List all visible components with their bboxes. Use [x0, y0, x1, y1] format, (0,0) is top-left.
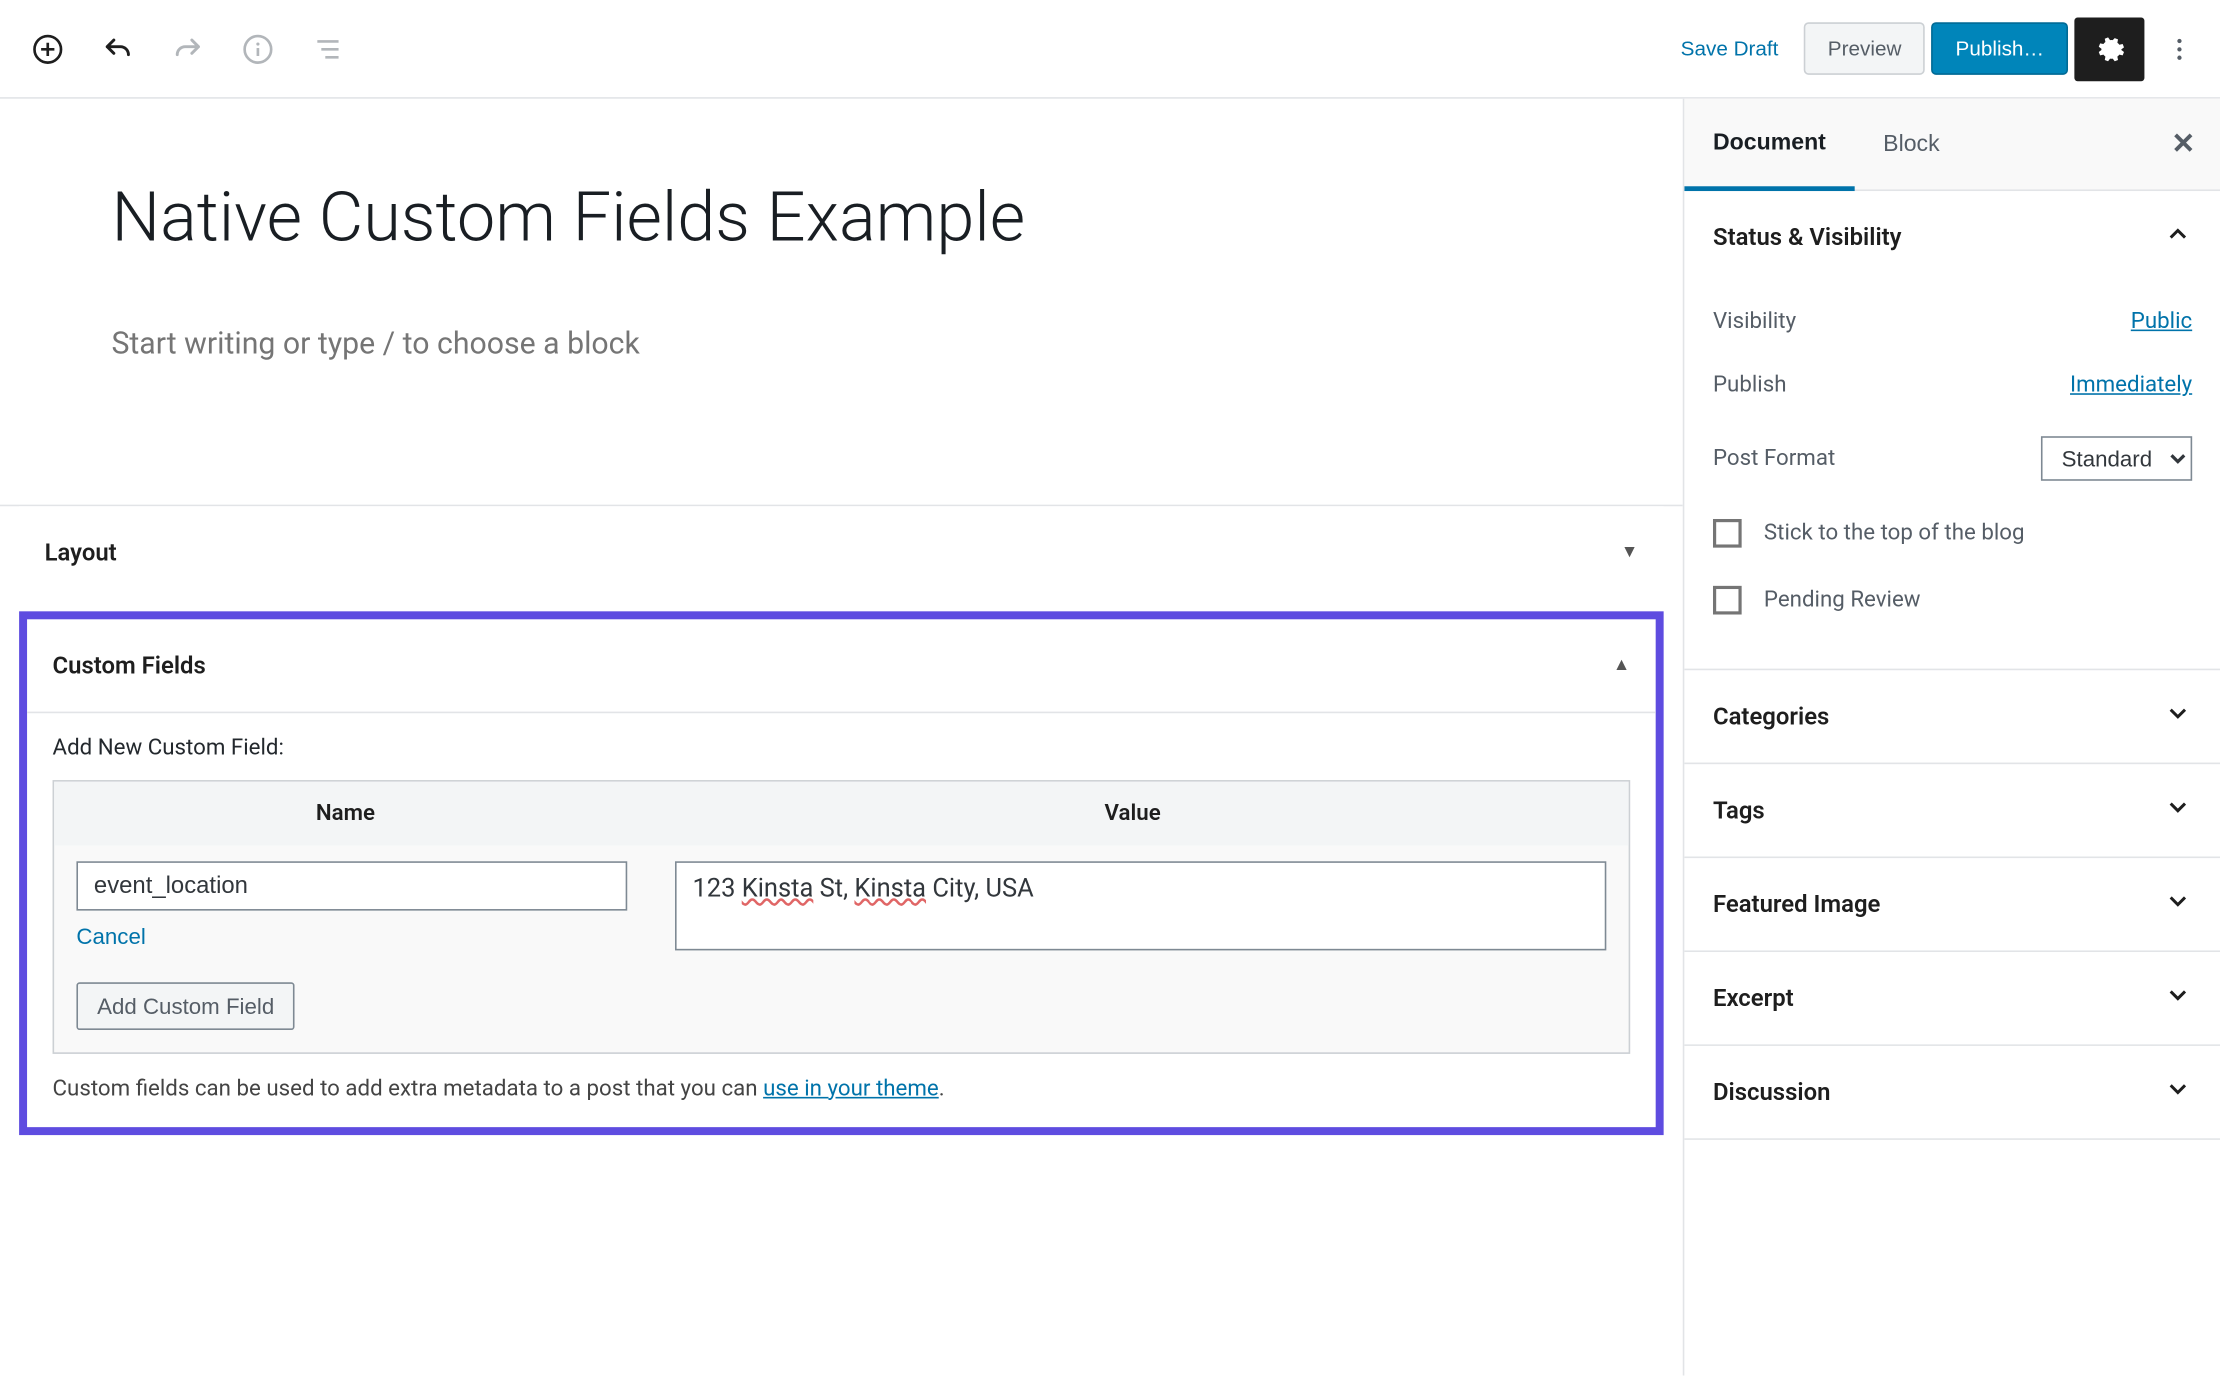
panel-featured-title: Featured Image — [1713, 890, 1880, 919]
sidebar-tabs: Document Block ✕ — [1684, 99, 2220, 191]
stick-label: Stick to the top of the blog — [1764, 521, 2025, 546]
chevron-down-icon — [2164, 981, 2193, 1016]
panel-status-body: Visibility Public Publish Immediately Po… — [1684, 283, 2220, 668]
publish-row: Publish Immediately — [1713, 353, 2192, 417]
stick-checkbox[interactable] — [1713, 519, 1742, 548]
panel-categories: Categories — [1684, 670, 2220, 764]
post-format-label: Post Format — [1713, 446, 1835, 471]
add-block-button[interactable] — [13, 14, 83, 84]
toolbar-left-group — [13, 14, 363, 84]
stick-row: Stick to the top of the blog — [1713, 500, 2192, 567]
panel-status-header[interactable]: Status & Visibility — [1684, 191, 2220, 283]
panel-featured-header[interactable]: Featured Image — [1684, 858, 2220, 950]
undo-icon — [102, 33, 134, 65]
meta-boxes: Layout ▼ Custom Fields ▲ Add New Custom … — [0, 504, 1683, 1134]
layout-metabox-title: Layout — [45, 537, 117, 566]
panel-status-visibility: Status & Visibility Visibility Public Pu… — [1684, 191, 2220, 670]
panel-featured-image: Featured Image — [1684, 858, 2220, 952]
custom-field-value-input[interactable]: 123 Kinsta St, Kinsta City, USA — [675, 861, 1606, 950]
close-sidebar-button[interactable]: ✕ — [2146, 99, 2220, 190]
redo-icon — [172, 33, 204, 65]
plus-circle-icon — [32, 33, 64, 65]
layout-metabox-header[interactable]: Layout ▼ — [19, 506, 1664, 598]
visibility-row: Visibility Public — [1713, 290, 2192, 354]
editor-layout: Native Custom Fields Example Start writi… — [0, 99, 2220, 1376]
undo-button[interactable] — [83, 14, 153, 84]
panel-tags: Tags — [1684, 764, 2220, 858]
table-input-row: Cancel 123 Kinsta St, Kinsta City, USA — [54, 845, 1628, 966]
editor-content: Native Custom Fields Example Start writi… — [0, 99, 1683, 504]
th-name: Name — [54, 781, 637, 845]
ellipsis-vertical-icon — [2165, 34, 2194, 63]
custom-fields-metabox: Custom Fields ▲ Add New Custom Field: Na… — [19, 611, 1664, 1135]
add-new-label: Add New Custom Field: — [53, 735, 1631, 760]
custom-fields-title: Custom Fields — [53, 650, 206, 679]
save-draft-button[interactable]: Save Draft — [1662, 24, 1798, 73]
help-prefix: Custom fields can be used to add extra m… — [53, 1076, 764, 1101]
chevron-down-icon — [2164, 1075, 2193, 1110]
layout-metabox: Layout ▼ — [19, 506, 1664, 598]
post-title-input[interactable]: Native Custom Fields Example — [111, 178, 1603, 260]
close-icon: ✕ — [2171, 127, 2195, 159]
help-suffix: . — [939, 1076, 945, 1101]
pending-row: Pending Review — [1713, 567, 2192, 634]
gear-icon — [2093, 33, 2125, 65]
chevron-down-icon — [2164, 699, 2193, 734]
caret-down-icon: ▼ — [1621, 541, 1638, 562]
value-column: 123 Kinsta St, Kinsta City, USA — [675, 861, 1606, 950]
name-column: Cancel — [76, 861, 627, 949]
editor-toolbar: Save Draft Preview Publish… — [0, 0, 2220, 99]
tab-document[interactable]: Document — [1684, 99, 1854, 191]
post-body-placeholder[interactable]: Start writing or type / to choose a bloc… — [111, 324, 1603, 361]
panel-status-title: Status & Visibility — [1713, 223, 1902, 252]
tab-block[interactable]: Block — [1855, 99, 1969, 190]
panel-discussion-title: Discussion — [1713, 1078, 1830, 1107]
chevron-up-icon — [2164, 220, 2193, 255]
add-custom-field-button[interactable]: Add Custom Field — [76, 982, 295, 1030]
caret-up-icon: ▲ — [1613, 654, 1630, 675]
pending-checkbox[interactable] — [1713, 586, 1742, 615]
table-header-row: Name Value — [54, 781, 1628, 845]
panel-excerpt-title: Excerpt — [1713, 984, 1794, 1013]
cancel-button[interactable]: Cancel — [76, 910, 145, 948]
panel-categories-header[interactable]: Categories — [1684, 670, 2220, 762]
publish-value-link[interactable]: Immediately — [2070, 373, 2192, 398]
custom-field-actions: Add Custom Field — [54, 966, 1628, 1052]
publish-label: Publish — [1713, 373, 1786, 398]
chevron-down-icon — [2164, 887, 2193, 922]
pending-label: Pending Review — [1764, 587, 1921, 612]
block-navigation-button[interactable] — [293, 14, 363, 84]
preview-button[interactable]: Preview — [1804, 22, 1925, 75]
panel-excerpt-header[interactable]: Excerpt — [1684, 952, 2220, 1044]
custom-fields-help: Custom fields can be used to add extra m… — [53, 1076, 1631, 1101]
panel-excerpt: Excerpt — [1684, 952, 2220, 1046]
toolbar-right-group: Save Draft Preview Publish… — [1662, 17, 2209, 81]
redo-button[interactable] — [153, 14, 223, 84]
custom-field-name-input[interactable] — [76, 861, 627, 910]
visibility-label: Visibility — [1713, 309, 1796, 334]
panel-discussion: Discussion — [1684, 1046, 2220, 1140]
info-icon — [242, 33, 274, 65]
outline-icon — [312, 33, 344, 65]
settings-sidebar: Document Block ✕ Status & Visibility Vis… — [1683, 99, 2220, 1376]
post-format-select[interactable]: Standard — [2041, 436, 2192, 481]
help-link[interactable]: use in your theme — [763, 1076, 939, 1101]
panel-tags-title: Tags — [1713, 796, 1765, 825]
panel-discussion-header[interactable]: Discussion — [1684, 1046, 2220, 1138]
panel-categories-title: Categories — [1713, 702, 1829, 731]
publish-button[interactable]: Publish… — [1932, 22, 2068, 75]
post-format-row: Post Format Standard — [1713, 417, 2192, 500]
custom-fields-table: Name Value Cancel 123 Kinsta St, Kinsta … — [53, 779, 1631, 1053]
editor-column: Native Custom Fields Example Start writi… — [0, 99, 1683, 1376]
settings-toggle-button[interactable] — [2074, 17, 2144, 81]
panel-tags-header[interactable]: Tags — [1684, 764, 2220, 856]
visibility-value-link[interactable]: Public — [2131, 309, 2192, 334]
chevron-down-icon — [2164, 793, 2193, 828]
custom-fields-body: Add New Custom Field: Name Value Cancel — [27, 713, 1656, 1127]
th-value: Value — [637, 781, 1629, 845]
more-menu-button[interactable] — [2151, 17, 2208, 81]
content-info-button[interactable] — [223, 14, 293, 84]
custom-fields-header[interactable]: Custom Fields ▲ — [27, 619, 1656, 713]
